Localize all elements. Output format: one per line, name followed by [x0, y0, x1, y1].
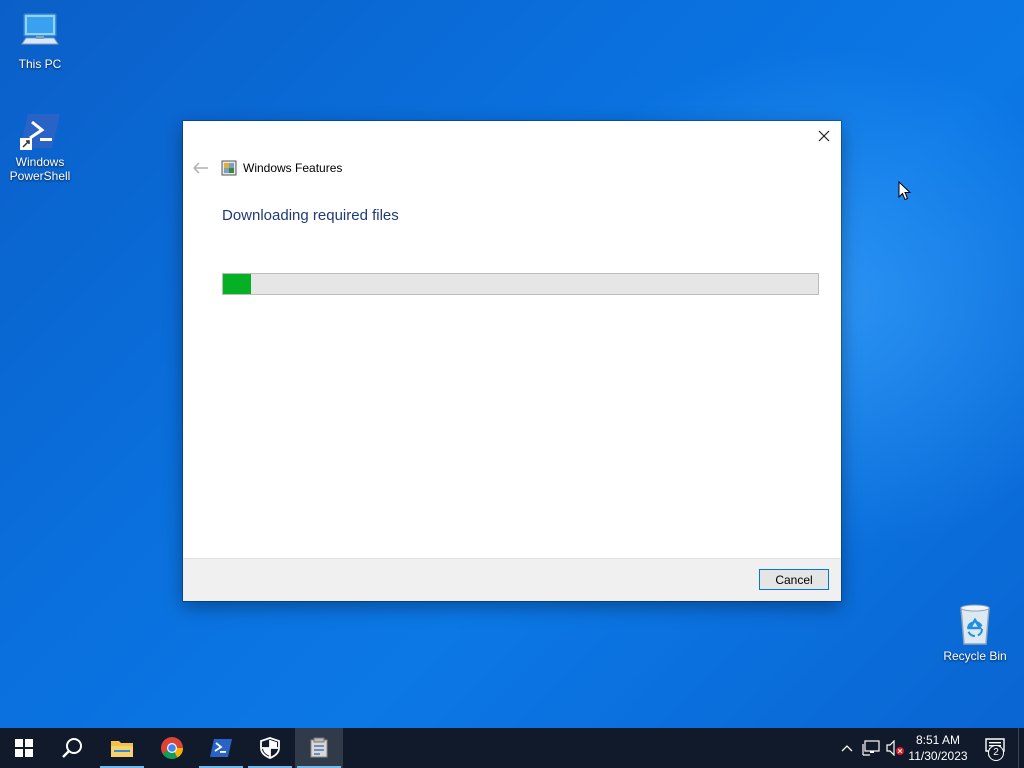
search-button[interactable] [48, 728, 96, 768]
network-tray[interactable] [860, 728, 882, 768]
close-button[interactable] [807, 121, 841, 151]
notification-badge: 2 [988, 745, 1004, 761]
show-hidden-icons-button[interactable] [838, 728, 856, 768]
file-explorer-icon [111, 741, 133, 757]
recycle-bin-icon [960, 604, 990, 645]
taskbar-chrome[interactable] [148, 728, 196, 768]
progress-bar [222, 273, 819, 295]
windows-start-icon [15, 739, 33, 757]
cancel-button[interactable]: Cancel [759, 569, 829, 590]
taskbar-clock[interactable]: 8:51 AM 11/30/2023 [906, 730, 970, 766]
windows-features-icon [221, 160, 237, 176]
dialog-footer: Cancel [183, 558, 841, 601]
taskbar-windows-security[interactable] [246, 728, 294, 768]
start-button[interactable] [0, 728, 48, 768]
clock-date: 11/30/2023 [908, 749, 968, 763]
this-pc-icon [21, 13, 59, 45]
desktop-icon-label: Recycle Bin [943, 649, 1007, 663]
windows-features-dialog: Windows Features Downloading required fi… [183, 121, 841, 601]
volume-tray[interactable] [884, 728, 906, 768]
status-heading: Downloading required files [222, 207, 399, 224]
desktop-icon-recycle-bin[interactable]: Recycle Bin [935, 602, 1015, 663]
progress-fill [223, 274, 251, 294]
taskbar-powershell[interactable] [197, 728, 245, 768]
desktop-icon-label: Windows PowerShell [9, 155, 71, 183]
powershell-icon [20, 114, 60, 150]
dialog-title: Windows Features [243, 161, 343, 175]
back-arrow-icon[interactable] [191, 160, 211, 176]
clock-time: 8:51 AM [915, 733, 961, 747]
show-desktop-button[interactable] [1018, 728, 1024, 768]
taskbar-windows-features[interactable] [295, 728, 343, 768]
search-icon [62, 738, 82, 758]
taskbar: 8:51 AM 11/30/2023 [0, 728, 1024, 768]
desktop-icon-powershell[interactable]: Windows PowerShell [0, 112, 80, 183]
powershell-icon [210, 739, 232, 757]
network-icon [862, 740, 880, 756]
dialog-nav: Windows Features [191, 158, 342, 178]
chevron-up-icon [841, 745, 853, 752]
chrome-icon [161, 737, 183, 759]
close-icon [818, 130, 830, 142]
desktop-icon-this-pc[interactable]: This PC [0, 10, 80, 71]
desktop-icon-label: This PC [18, 57, 62, 71]
shield-icon [260, 737, 280, 759]
windows-features-icon [310, 737, 328, 758]
volume-muted-icon [886, 740, 904, 756]
taskbar-file-explorer[interactable] [98, 728, 146, 768]
mouse-cursor-icon [898, 181, 912, 201]
